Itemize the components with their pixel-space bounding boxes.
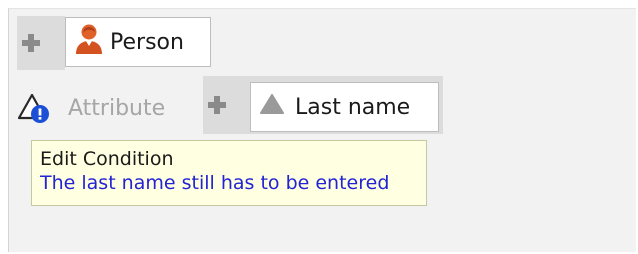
tooltip-title: Edit Condition xyxy=(40,148,174,170)
add-subject-button[interactable] xyxy=(17,16,65,70)
validation-tooltip: Edit Condition The last name still has t… xyxy=(31,140,427,206)
subject-chip-person[interactable]: Person xyxy=(65,17,211,67)
top-band xyxy=(0,0,638,8)
condition-editor: Person Attribute Last name Edit Conditio… xyxy=(0,0,638,254)
plus-icon xyxy=(21,33,41,53)
plus-icon xyxy=(207,95,227,115)
person-icon xyxy=(74,23,104,61)
subject-label: Person xyxy=(110,29,184,55)
attribute-chip-last-name[interactable]: Last name xyxy=(250,82,439,132)
triangle-icon xyxy=(259,93,285,121)
attribute-value-label: Last name xyxy=(295,94,411,120)
tooltip-message: The last name still has to be entered xyxy=(40,172,390,194)
attribute-placeholder[interactable]: Attribute xyxy=(68,93,165,125)
warning-info-icon xyxy=(17,92,54,126)
